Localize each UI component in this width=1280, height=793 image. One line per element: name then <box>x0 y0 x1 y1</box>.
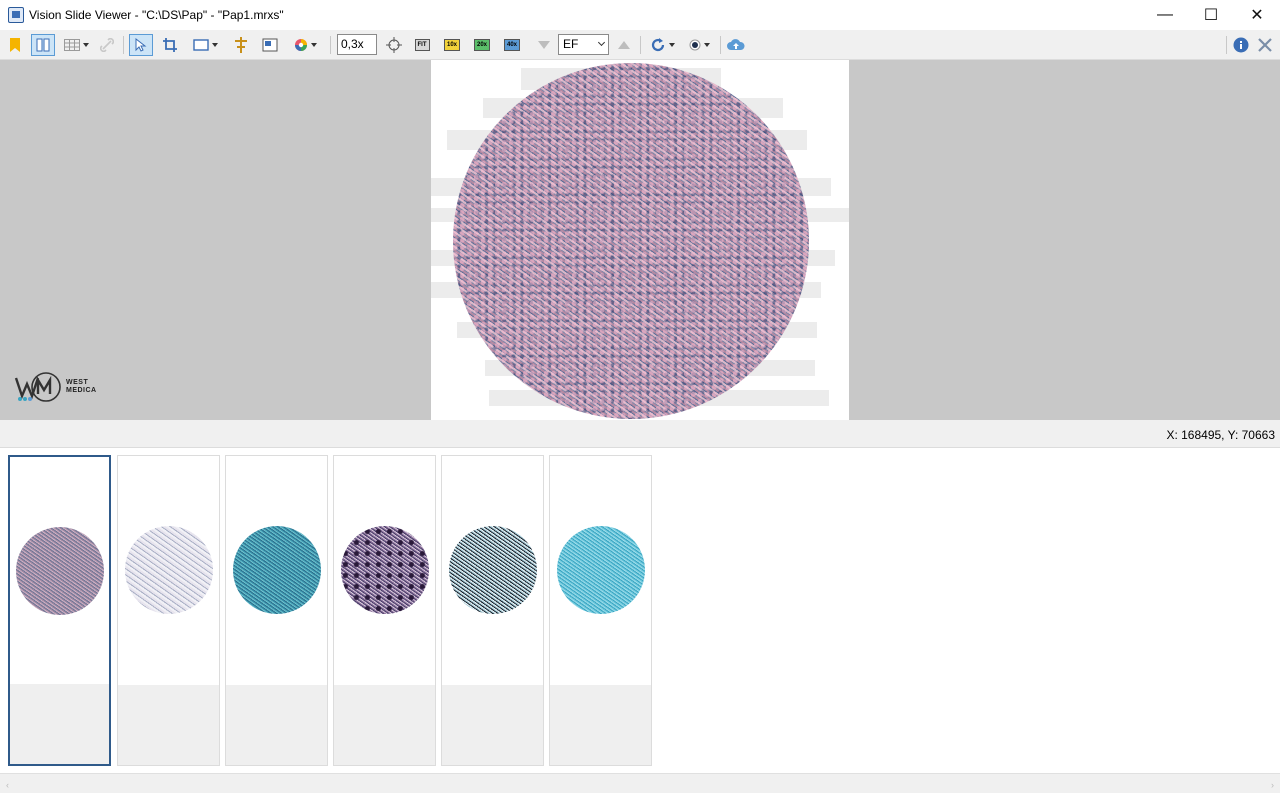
zoom-fit-button[interactable]: FIT <box>412 34 432 56</box>
toolbar: FIT 10x 20x 40x <box>0 30 1280 60</box>
record-icon <box>689 39 700 51</box>
slide-image[interactable] <box>431 60 849 420</box>
measure-icon <box>235 37 247 53</box>
color-wheel-icon <box>294 39 307 51</box>
filter-select[interactable]: EF <box>558 34 609 55</box>
pointer-icon <box>135 38 147 52</box>
crosshair-icon <box>386 37 402 53</box>
marker-dropdown-button[interactable] <box>684 34 714 56</box>
thumbnail-preview <box>340 526 429 614</box>
minimize-button[interactable]: — <box>1142 0 1188 30</box>
cloud-upload-button[interactable] <box>726 34 746 56</box>
window-title: Vision Slide Viewer - "C:\DS\Pap" - "Pap… <box>29 8 284 22</box>
logo-line2: MEDICA <box>66 387 97 394</box>
measure-tool-button[interactable] <box>231 34 251 56</box>
zoom-10x-badge: 10x <box>443 39 460 51</box>
specimen-circle <box>453 63 809 419</box>
zoom-level-input[interactable]: 0,3x <box>337 34 377 55</box>
thumbnail-preview <box>15 527 104 615</box>
info-icon <box>1233 37 1249 53</box>
slide-thumbnail[interactable] <box>8 455 111 766</box>
logo-mark-icon <box>14 372 61 402</box>
filter-select-value: EF <box>563 37 579 51</box>
grid-icon <box>63 39 80 51</box>
triangle-up-icon <box>618 41 630 49</box>
status-bar: X: 168495, Y: 70663 <box>0 420 1280 448</box>
thumbnail-preview <box>556 526 645 614</box>
west-medica-logo: WEST MEDICA <box>14 370 97 404</box>
scroll-left-arrow[interactable]: ‹ <box>6 780 9 790</box>
crop-tool-button[interactable] <box>160 34 180 56</box>
zoom-20x-badge: 20x <box>473 39 490 51</box>
thumbnail-preview <box>124 526 213 614</box>
horizontal-scrollbar[interactable]: ‹ › <box>0 773 1280 793</box>
slide-thumbnail[interactable] <box>549 455 652 766</box>
zoom-40x-badge: 40x <box>503 39 520 51</box>
link-icon[interactable] <box>98 34 116 56</box>
grid-dropdown-button[interactable] <box>61 34 91 56</box>
slide-thumbnail[interactable] <box>333 455 436 766</box>
triangle-down-icon <box>538 41 550 49</box>
thumbnail-preview <box>448 526 537 614</box>
zoom-10x-button[interactable]: 10x <box>442 34 462 56</box>
crop-icon <box>163 38 177 52</box>
thumbnail-strip <box>0 448 1280 773</box>
pointer-tool-button[interactable] <box>129 34 153 56</box>
snapshot-icon <box>262 38 278 52</box>
rectangle-tool-dropdown[interactable] <box>188 34 222 56</box>
cursor-coordinates: X: 168495, Y: 70663 <box>1166 428 1275 442</box>
info-button[interactable] <box>1232 34 1250 56</box>
thumbnail-preview <box>232 526 321 614</box>
title-bar: Vision Slide Viewer - "C:\DS\Pap" - "Pap… <box>0 0 1280 30</box>
scroll-right-arrow[interactable]: › <box>1271 780 1274 790</box>
tools-close-button[interactable] <box>1255 34 1275 56</box>
snapshot-button[interactable] <box>260 34 280 56</box>
cloud-upload-icon <box>727 39 745 50</box>
zoom-20x-button[interactable]: 20x <box>472 34 492 56</box>
center-target-button[interactable] <box>384 34 404 56</box>
maximize-button[interactable]: ☐ <box>1188 0 1234 30</box>
rotate-icon <box>651 38 664 52</box>
focus-up-button[interactable] <box>615 34 633 56</box>
slide-viewer[interactable]: WEST MEDICA <box>0 60 1280 420</box>
close-button[interactable]: ✕ <box>1234 0 1280 30</box>
zoom-40x-button[interactable]: 40x <box>502 34 522 56</box>
app-icon <box>8 7 24 23</box>
bookmark-icon[interactable] <box>7 34 23 56</box>
split-view-button[interactable] <box>31 34 55 56</box>
slide-thumbnail[interactable] <box>225 455 328 766</box>
slide-thumbnail[interactable] <box>117 455 220 766</box>
split-view-icon <box>36 38 50 52</box>
slide-thumbnail[interactable] <box>441 455 544 766</box>
wrench-close-icon <box>1258 38 1272 52</box>
color-dropdown-button[interactable] <box>289 34 321 56</box>
logo-line1: WEST <box>66 379 89 386</box>
fit-badge: FIT <box>414 39 430 51</box>
focus-down-button[interactable] <box>535 34 553 56</box>
chevron-down-icon <box>597 38 606 47</box>
rotate-dropdown-button[interactable] <box>647 34 677 56</box>
rectangle-icon <box>192 39 209 51</box>
